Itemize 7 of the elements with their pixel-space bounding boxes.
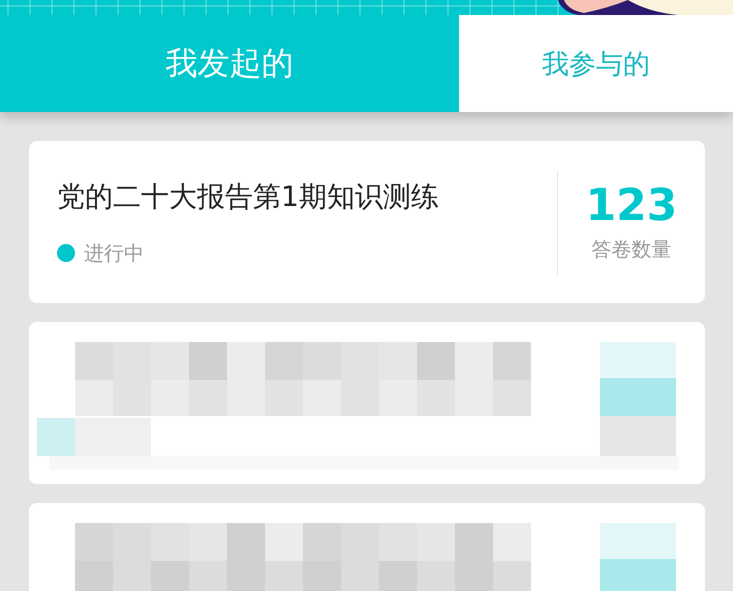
quiz-title: 党的二十大报告第1期知识测练 [57, 178, 440, 214]
response-count: 123 [586, 184, 678, 228]
status-text: 进行中 [84, 240, 144, 266]
tab[interactable]: 我参与的 [459, 15, 733, 112]
tab[interactable]: 我发起的 [0, 15, 459, 112]
count-label: 答卷数量 [592, 236, 672, 262]
card[interactable]: 党的二十大报告第1期知识测练 进行中 123 答卷数量 [29, 141, 705, 303]
